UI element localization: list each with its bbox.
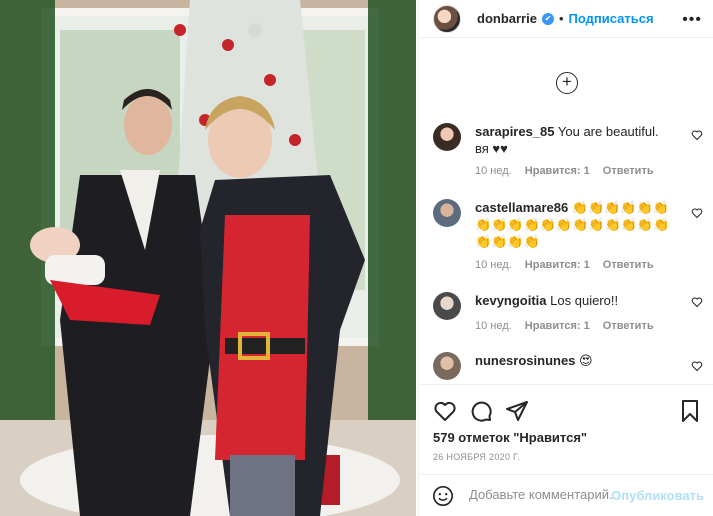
paper-plane-icon[interactable] — [505, 399, 529, 423]
comment-meta: 10 нед. Нравится: 1 Ответить — [475, 320, 664, 332]
reply-button[interactable]: Ответить — [603, 165, 654, 177]
comment-age[interactable]: 10 нед. — [475, 259, 512, 271]
comment-meta: 10 нед. Нравится: 1 Ответить — [475, 165, 664, 177]
reply-button[interactable]: Ответить — [603, 259, 654, 271]
post-photo[interactable] — [0, 0, 416, 516]
comment-item: castellamare86 👏👏👏👏👏👏👏👏👏👏👏👏👏👏👏👏👏👏👏👏👏👏 10… — [433, 199, 703, 279]
comment-age[interactable]: 10 нед. — [475, 320, 512, 332]
comment-body: kevyngoitia Los quiero!! — [475, 292, 675, 309]
author-username[interactable]: donbarrie — [477, 11, 537, 26]
heart-icon[interactable] — [691, 207, 703, 219]
commenter-avatar[interactable] — [433, 199, 461, 227]
heart-icon[interactable] — [691, 360, 703, 372]
plus-circle-icon[interactable]: + — [556, 72, 578, 94]
post-side-panel: donbarrie ✔ • Подписаться ••• + sarapire… — [418, 0, 713, 516]
commenter-avatar[interactable] — [433, 352, 461, 380]
comment-likes[interactable]: Нравится: 1 — [525, 259, 590, 271]
comment-text: 😍 — [579, 353, 593, 368]
smiley-icon[interactable] — [432, 485, 454, 507]
bookmark-icon[interactable] — [678, 399, 702, 423]
comment-icon[interactable] — [469, 399, 493, 423]
comment-username[interactable]: sarapires_85 — [475, 124, 555, 139]
publish-button[interactable]: Опубликовать — [611, 488, 704, 503]
heart-icon[interactable] — [691, 296, 703, 308]
comment-body: castellamare86 👏👏👏👏👏👏👏👏👏👏👏👏👏👏👏👏👏👏👏👏👏👏 — [475, 199, 675, 250]
reply-button[interactable]: Ответить — [603, 320, 654, 332]
comment-body: nunesrosinunes 😍 — [475, 352, 675, 369]
comment-username[interactable]: castellamare86 — [475, 200, 568, 215]
commenter-avatar[interactable] — [433, 292, 461, 320]
header-separator: • — [558, 11, 564, 26]
comment-username[interactable]: kevyngoitia — [475, 293, 547, 308]
comment-age[interactable]: 10 нед. — [475, 165, 512, 177]
likes-count[interactable]: 579 отметок "Нравится" — [433, 430, 587, 445]
heart-icon[interactable] — [433, 399, 457, 423]
comment-item: sarapires_85 You are beautiful. вя ♥♥ 10… — [433, 123, 703, 183]
post-date[interactable]: 26 ноября 2020 г. — [433, 452, 520, 462]
author-avatar[interactable] — [433, 4, 461, 33]
comment-text: Los quiero!! — [550, 293, 619, 308]
comment-likes[interactable]: Нравится: 1 — [525, 320, 590, 332]
commenter-avatar[interactable] — [433, 123, 461, 151]
comments-list[interactable]: + sarapires_85 You are beautiful. вя ♥♥ … — [419, 39, 713, 384]
comment-item: nunesrosinunes 😍 — [433, 352, 703, 384]
comment-item: kevyngoitia Los quiero!! 10 нед. Нравитс… — [433, 292, 703, 342]
follow-button[interactable]: Подписаться — [569, 11, 654, 26]
comment-username[interactable]: nunesrosinunes — [475, 353, 575, 368]
comment-body: sarapires_85 You are beautiful. вя ♥♥ — [475, 123, 675, 157]
add-comment-bar: Опубликовать — [419, 474, 713, 516]
comment-input[interactable] — [469, 487, 619, 502]
more-options-icon[interactable]: ••• — [682, 11, 702, 29]
post-header: donbarrie ✔ • Подписаться ••• — [419, 0, 713, 38]
comment-meta: 10 нед. Нравится: 1 Ответить — [475, 259, 664, 271]
verified-badge-icon: ✔ — [541, 12, 554, 25]
heart-icon[interactable] — [691, 129, 703, 141]
comment-likes[interactable]: Нравится: 1 — [525, 165, 590, 177]
